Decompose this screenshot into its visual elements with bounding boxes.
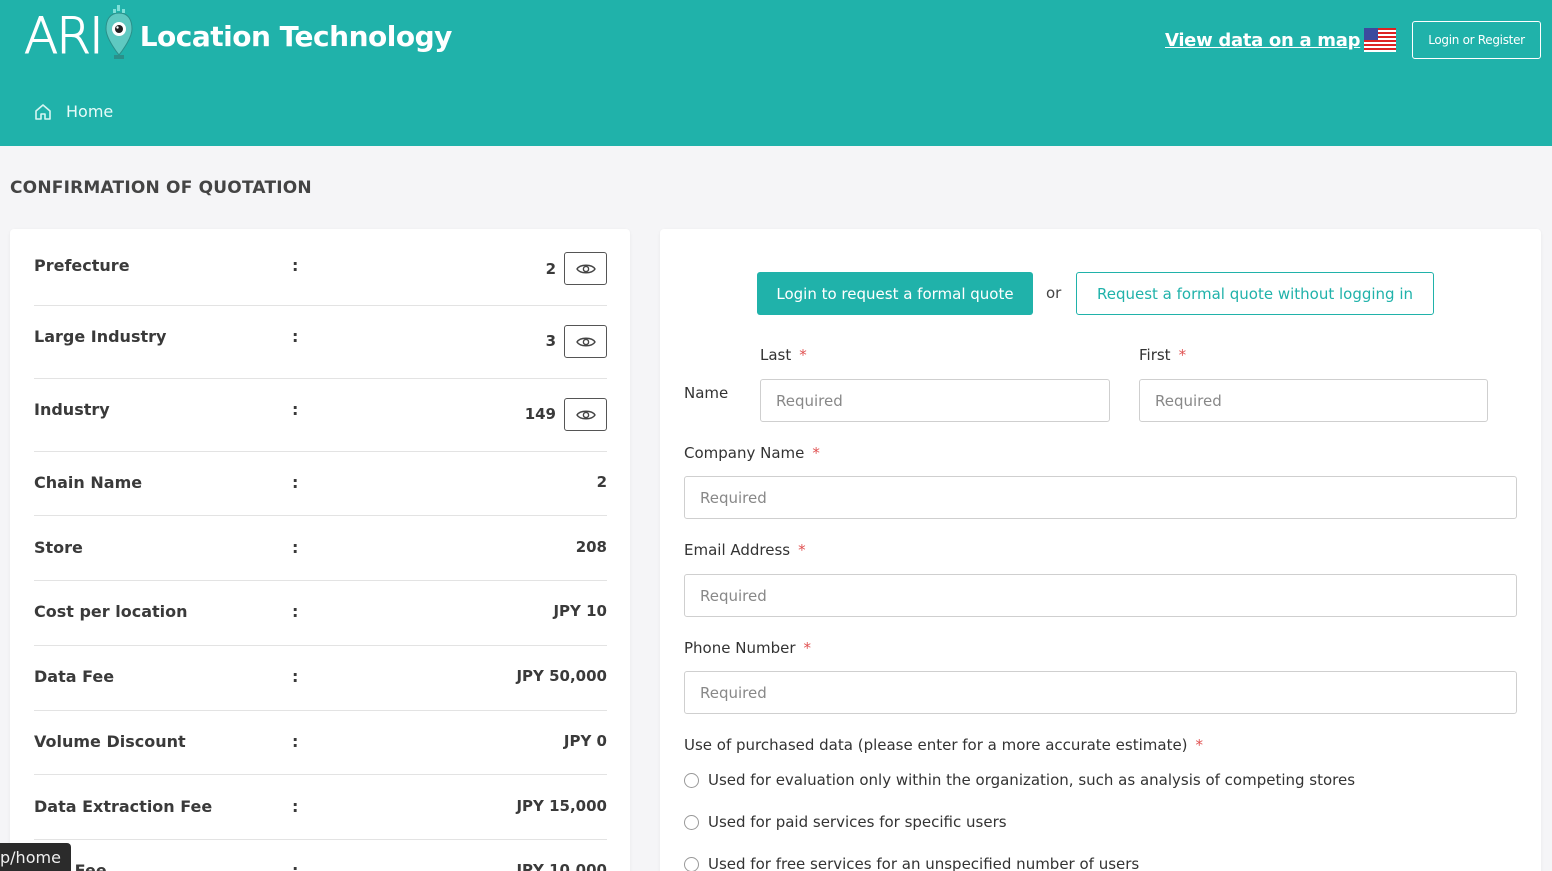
site-logo[interactable]: ARI Location Technology (24, 5, 453, 67)
top-header: ARI Location Technology View data on a m… (0, 0, 1552, 146)
status-bar-url: p/home (0, 843, 71, 871)
row-colon: : (292, 256, 299, 275)
radio-button[interactable] (684, 856, 699, 871)
usage-label: Use of purchased data (please enter for … (684, 736, 1204, 754)
eye-icon (575, 337, 596, 346)
name-label: Name (684, 384, 729, 402)
row-label: Large Industry (34, 327, 167, 346)
row-value: JPY 0 (563, 732, 607, 750)
logo-title: Location Technology (139, 19, 453, 53)
phone-number-input[interactable] (684, 671, 1517, 714)
request-quote-without-login-button[interactable]: Request a formal quote without logging i… (1076, 272, 1434, 315)
home-label: Home (66, 102, 114, 121)
map-pin-icon (104, 5, 134, 67)
row-colon: : (292, 538, 299, 557)
row-value: 149 (524, 405, 556, 423)
row-label: Data Extraction Fee (34, 797, 213, 816)
row-label: Volume Discount (34, 732, 186, 751)
row-value: 208 (575, 538, 607, 556)
view-prefecture-button[interactable] (564, 252, 607, 285)
summary-row-prefecture: Prefecture : 2 (34, 229, 607, 306)
logo-ari-text: ARI (24, 7, 105, 66)
row-label: Data Fee (34, 667, 115, 686)
summary-row-cost-per-location: Cost per location : JPY 10 (34, 581, 607, 646)
row-colon: : (292, 732, 299, 751)
view-industry-button[interactable] (564, 398, 607, 431)
row-value: JPY 10,000 (516, 861, 607, 871)
summary-row-partial: ...in Fee : JPY 10,000 (34, 840, 607, 871)
first-name-label: First * (1139, 346, 1187, 364)
row-value: JPY 10 (553, 602, 607, 620)
or-separator: or (1046, 284, 1062, 302)
row-value: 2 (545, 260, 556, 278)
radio-label: Used for free services for an unspecifie… (708, 855, 1140, 871)
page-title: CONFIRMATION OF QUOTATION (10, 178, 312, 198)
row-colon: : (292, 473, 299, 492)
usage-option-free-services[interactable]: Used for free services for an unspecifie… (684, 855, 1139, 871)
summary-row-industry: Industry : 149 (34, 379, 607, 452)
summary-row-store: Store : 208 (34, 516, 607, 581)
eye-icon (575, 410, 596, 419)
radio-label: Used for evaluation only within the orga… (708, 771, 1356, 789)
row-colon: : (292, 667, 299, 686)
row-label: Chain Name (34, 473, 143, 492)
row-colon: : (292, 602, 299, 621)
row-colon: : (292, 327, 299, 346)
radio-button[interactable] (684, 772, 699, 788)
row-label: Prefecture (34, 256, 130, 275)
summary-row-data-fee: Data Fee : JPY 50,000 (34, 646, 607, 711)
usage-option-paid-services[interactable]: Used for paid services for specific user… (684, 813, 1007, 831)
eye-icon (575, 264, 596, 273)
row-colon: : (292, 400, 299, 419)
row-value: 2 (596, 473, 607, 491)
row-value: 3 (545, 332, 556, 350)
quotation-summary-card: Prefecture : 2 Large Industry : 3 Indust… (10, 229, 630, 871)
row-label: Cost per location (34, 602, 188, 621)
last-name-label: Last * (760, 346, 807, 364)
summary-row-data-extraction-fee: Data Extraction Fee : JPY 15,000 (34, 775, 607, 840)
radio-button[interactable] (684, 814, 699, 830)
row-label: Industry (34, 400, 110, 419)
view-map-link[interactable]: View data on a map (1165, 30, 1360, 51)
last-name-input[interactable] (760, 379, 1110, 422)
company-name-input[interactable] (684, 476, 1517, 519)
home-icon (35, 104, 51, 120)
row-value: JPY 50,000 (516, 667, 607, 685)
radio-label: Used for paid services for specific user… (708, 813, 1007, 831)
summary-row-volume-discount: Volume Discount : JPY 0 (34, 711, 607, 775)
phone-number-label: Phone Number * (684, 639, 811, 657)
home-nav-link[interactable]: Home (34, 102, 113, 121)
email-address-label: Email Address * (684, 541, 806, 559)
row-value: JPY 15,000 (516, 797, 607, 815)
email-address-input[interactable] (684, 574, 1517, 617)
view-large-industry-button[interactable] (564, 325, 607, 358)
company-name-label: Company Name * (684, 444, 820, 462)
login-register-button[interactable]: Login or Register (1412, 21, 1541, 59)
login-request-quote-button[interactable]: Login to request a formal quote (757, 272, 1033, 315)
first-name-input[interactable] (1139, 379, 1488, 422)
summary-row-large-industry: Large Industry : 3 (34, 306, 607, 379)
summary-row-chain-name: Chain Name : 2 (34, 452, 607, 516)
row-label: Store (34, 538, 83, 557)
row-colon: : (292, 861, 299, 871)
us-flag-icon[interactable] (1364, 28, 1396, 52)
usage-option-internal-evaluation[interactable]: Used for evaluation only within the orga… (684, 771, 1355, 789)
row-colon: : (292, 797, 299, 816)
quote-request-form: Login to request a formal quote or Reque… (660, 229, 1541, 871)
